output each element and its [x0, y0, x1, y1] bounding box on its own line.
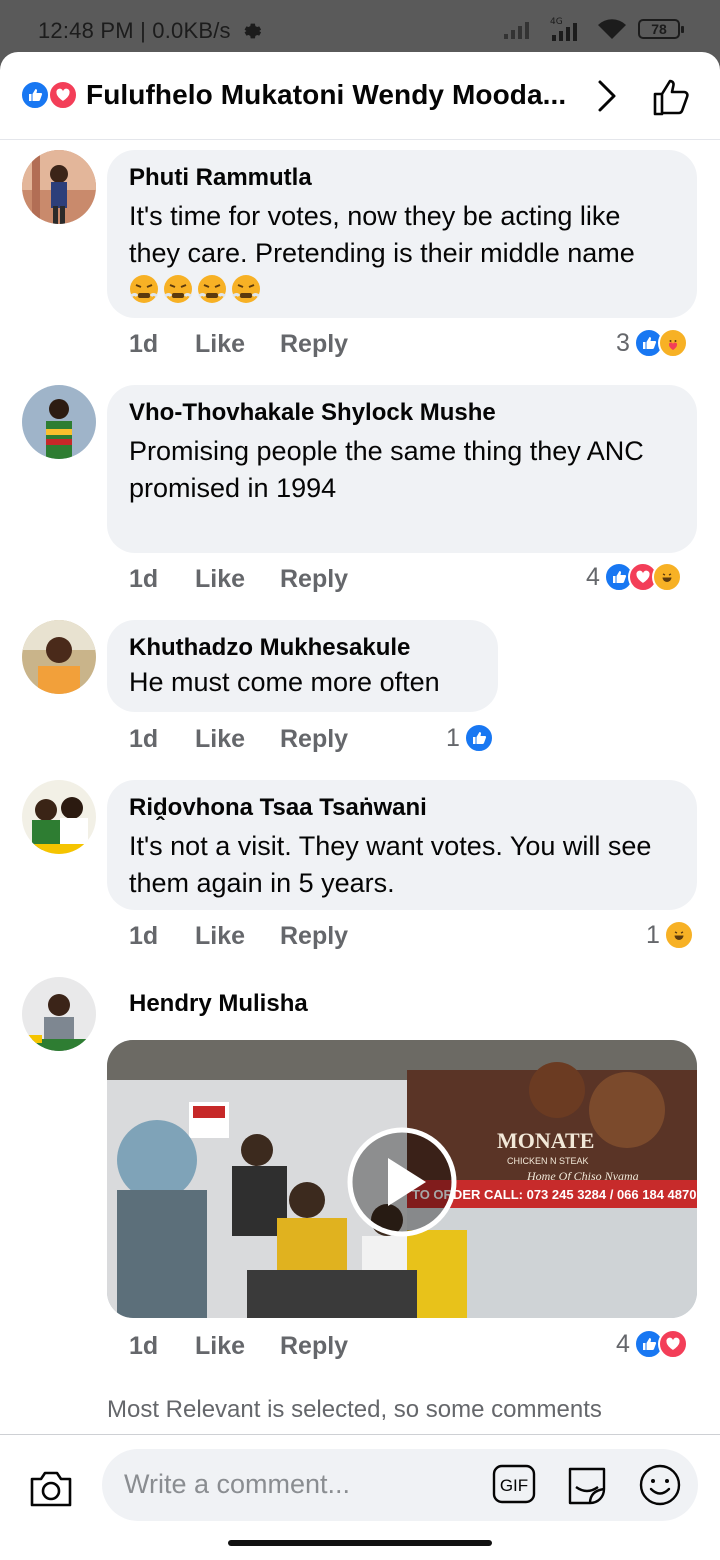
- like-button[interactable]: Like: [195, 330, 280, 359]
- haha-icon: [663, 920, 694, 950]
- battery-icon: 78: [638, 19, 684, 39]
- reply-button[interactable]: Reply: [280, 565, 348, 594]
- status-icons: 4G 78: [502, 16, 684, 42]
- avatar[interactable]: [22, 620, 96, 694]
- sort-notice[interactable]: Most Relevant is selected, so some comme…: [107, 1396, 602, 1424]
- comment-bubble[interactable]: Phuti Rammutla It's time for votes, now …: [107, 150, 697, 318]
- gif-label: GIF: [500, 1476, 528, 1495]
- comment-time: 1d: [129, 330, 159, 358]
- sticker-icon[interactable]: [564, 1461, 610, 1507]
- comment-text: He must come more often: [129, 667, 440, 697]
- signal-4g-icon: 4G: [550, 17, 577, 41]
- comment-text: It's time for votes, now they be acting …: [129, 201, 635, 268]
- signal-icon: [504, 22, 529, 39]
- reaction-summary[interactable]: 1: [646, 920, 694, 950]
- reply-button[interactable]: Reply: [280, 330, 348, 359]
- care-icon: [657, 328, 688, 358]
- chevron-right-icon[interactable]: [594, 78, 620, 114]
- camera-icon[interactable]: [28, 1467, 74, 1509]
- comment-actions: 1d Like Reply: [129, 922, 348, 951]
- reaction-summary[interactable]: 4: [586, 562, 682, 592]
- comment-bubble[interactable]: Khuthadzo Mukhesakule He must come more …: [107, 620, 498, 712]
- like-post-icon[interactable]: [650, 76, 692, 118]
- header-reactions[interactable]: [20, 80, 80, 110]
- gif-icon[interactable]: GIF: [492, 1464, 536, 1504]
- status-time: 12:48 PM | 0.0KB/s: [38, 18, 231, 43]
- emoji-icon[interactable]: [638, 1463, 682, 1507]
- comment-author[interactable]: Khuthadzo Mukhesakule: [129, 634, 476, 662]
- reaction-summary[interactable]: 4: [616, 1329, 688, 1359]
- reply-button[interactable]: Reply: [280, 922, 348, 951]
- video-thumbnail[interactable]: MONATE CHICKEN N STEAK Home Of Chiso Nya…: [107, 1040, 697, 1318]
- comment-time: 1d: [129, 922, 159, 950]
- settings-gear-icon: [240, 20, 262, 46]
- wifi-icon: [598, 19, 626, 39]
- comment-text: Promising people the same thing they ANC…: [129, 436, 644, 503]
- comment-author[interactable]: Hendry Mulisha: [129, 990, 308, 1018]
- network-label: 4G: [550, 17, 563, 27]
- like-button[interactable]: Like: [195, 725, 280, 754]
- reaction-summary[interactable]: 1: [446, 723, 494, 753]
- reaction-count: 4: [586, 562, 600, 591]
- video-sign-brand: MONATE: [497, 1128, 594, 1153]
- reply-button[interactable]: Reply: [280, 1332, 348, 1361]
- reaction-summary[interactable]: 3: [616, 328, 688, 358]
- reaction-count: 1: [646, 920, 660, 949]
- steam-emoji-icon: [198, 275, 226, 303]
- comment-actions: 1d Like Reply: [129, 565, 348, 594]
- video-sign-sub: CHICKEN N STEAK: [507, 1156, 589, 1166]
- steam-emoji-icon: [130, 275, 158, 303]
- comment-time: 1d: [129, 1332, 159, 1360]
- like-icon: [20, 80, 50, 110]
- comment-placeholder: Write a comment...: [124, 1469, 351, 1499]
- comment-author[interactable]: Phuti Rammutla: [129, 164, 675, 192]
- avatar[interactable]: [22, 150, 96, 224]
- avatar[interactable]: [22, 780, 96, 854]
- comment-author[interactable]: Vho-Thovhakale Shylock Mushe: [129, 399, 675, 427]
- comment-author[interactable]: Riḓovhona Tsaa Tsaṅwani: [129, 794, 675, 822]
- comment-actions: 1d Like Reply: [129, 725, 348, 754]
- steam-emoji-icon: [232, 275, 260, 303]
- comment-time: 1d: [129, 565, 159, 593]
- reaction-count: 3: [616, 328, 630, 357]
- like-button[interactable]: Like: [195, 565, 280, 594]
- comment-actions: 1d Like Reply: [129, 1332, 348, 1361]
- comment-input[interactable]: Write a comment... GIF: [102, 1449, 698, 1521]
- emoji-row: [129, 274, 675, 304]
- reaction-count: 4: [616, 1329, 630, 1358]
- avatar[interactable]: [22, 977, 96, 1051]
- haha-icon: [651, 562, 682, 592]
- home-indicator[interactable]: [228, 1540, 492, 1546]
- reaction-count: 1: [446, 723, 460, 752]
- comment-text: It's not a visit. They want votes. You w…: [129, 831, 652, 898]
- comment-bubble[interactable]: Riḓovhona Tsaa Tsaṅwani It's not a visit…: [107, 780, 697, 910]
- like-button[interactable]: Like: [195, 922, 280, 951]
- love-icon: [48, 80, 78, 110]
- reply-button[interactable]: Reply: [280, 725, 348, 754]
- love-icon: [657, 1329, 688, 1359]
- comment-bubble[interactable]: Vho-Thovhakale Shylock Mushe Promising p…: [107, 385, 697, 553]
- comment-time: 1d: [129, 725, 159, 753]
- status-bar: 12:48 PM | 0.0KB/s 4G 78: [0, 0, 720, 60]
- like-icon: [463, 723, 494, 753]
- like-button[interactable]: Like: [195, 1332, 280, 1361]
- post-header: Fulufhelo Mukatoni Wendy Mooda...: [0, 52, 720, 140]
- comments-sheet: Fulufhelo Mukatoni Wendy Mooda... Phuti …: [0, 52, 720, 1560]
- post-author-title[interactable]: Fulufhelo Mukatoni Wendy Mooda...: [86, 79, 566, 111]
- avatar[interactable]: [22, 385, 96, 459]
- comment-actions: 1d Like Reply: [129, 330, 348, 359]
- steam-emoji-icon: [164, 275, 192, 303]
